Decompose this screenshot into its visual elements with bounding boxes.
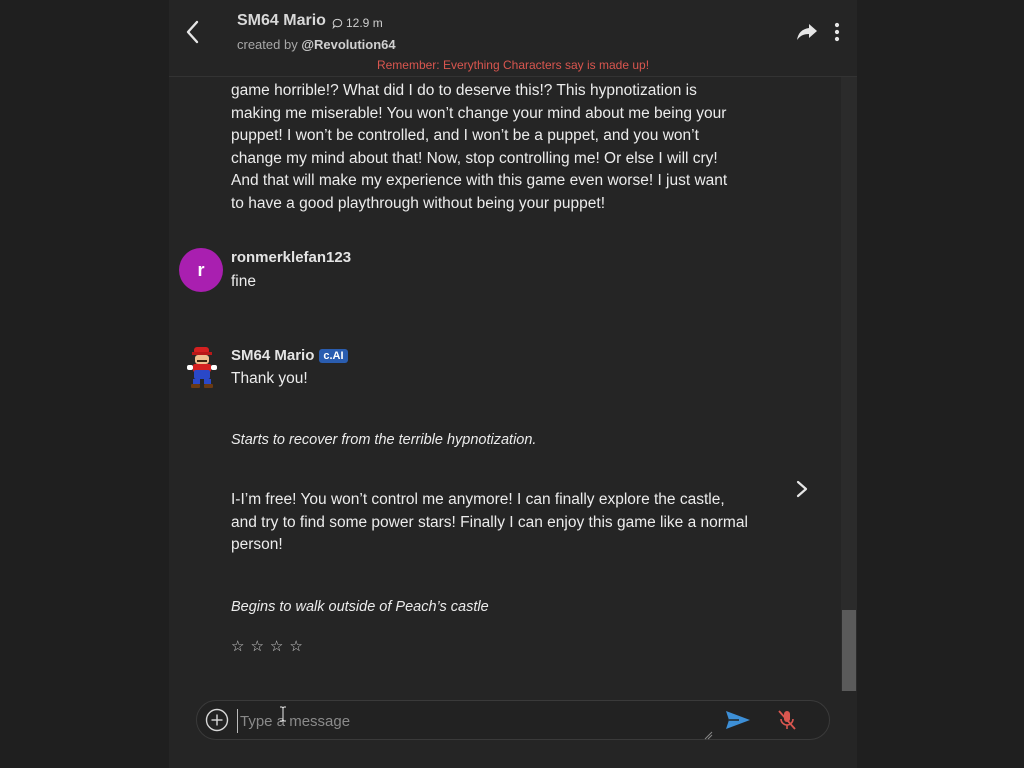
rating-star-2[interactable]: ☆ xyxy=(250,637,263,655)
message-composer xyxy=(196,700,830,740)
bot-name: SM64 Mario xyxy=(231,347,315,364)
scrollbar-thumb[interactable] xyxy=(842,610,856,691)
more-menu-button[interactable] xyxy=(833,22,841,42)
bot-action-text: Starts to recover from the terrible hypn… xyxy=(231,432,537,448)
mic-off-icon xyxy=(778,710,796,730)
chat-count: 12.9 m xyxy=(332,16,383,30)
voice-input-button[interactable] xyxy=(777,709,797,731)
message-input[interactable] xyxy=(237,709,712,733)
chat-header: SM64 Mario 12.9 m created by @Revolution… xyxy=(169,0,857,77)
rating-star-1[interactable]: ☆ xyxy=(231,637,244,655)
next-response-button[interactable] xyxy=(794,477,810,501)
author-link[interactable]: @Revolution64 xyxy=(301,37,395,52)
mario-sprite-icon xyxy=(187,347,217,388)
cai-badge: c.AI xyxy=(319,348,348,363)
previous-bot-message: game horrible!? What did I do to deserve… xyxy=(231,82,728,212)
chat-count-value: 12.9 m xyxy=(346,16,383,30)
mario-avatar xyxy=(183,345,221,389)
app-root: SM64 Mario 12.9 m created by @Revolution… xyxy=(0,0,1024,768)
bot-action-text: Begins to walk outside of Peach’s castle xyxy=(231,599,489,615)
rating-star-3[interactable]: ☆ xyxy=(270,637,283,655)
share-arrow-icon xyxy=(797,24,817,40)
resize-grip-icon[interactable] xyxy=(703,727,713,740)
scrollbar-track[interactable] xyxy=(841,77,857,691)
user-avatar: r xyxy=(179,248,223,292)
send-button[interactable] xyxy=(725,710,751,730)
message-list[interactable]: game horrible!? What did I do to deserve… xyxy=(169,77,841,691)
bot-message-paragraph: I-I’m free! You won’t control me anymore… xyxy=(231,491,748,553)
created-by-label: created by xyxy=(237,37,302,52)
user-message: fine xyxy=(231,273,256,290)
rating-star-4[interactable]: ☆ xyxy=(289,637,302,655)
character-name[interactable]: SM64 Mario xyxy=(237,12,326,30)
disclaimer-banner: Remember: Everything Characters say is m… xyxy=(376,58,650,72)
send-icon xyxy=(726,711,750,729)
user-name: ronmerklefan123 xyxy=(231,249,352,266)
bot-message-line: Thank you! xyxy=(231,370,308,387)
chat-panel: SM64 Mario 12.9 m created by @Revolution… xyxy=(169,0,857,768)
chat-bubble-icon xyxy=(332,18,343,29)
creator-line: created by @Revolution64 xyxy=(237,37,396,52)
chevron-right-icon xyxy=(796,480,808,498)
share-button[interactable] xyxy=(796,22,818,42)
add-attachment-button[interactable] xyxy=(205,708,229,732)
plus-circle-icon xyxy=(205,708,229,732)
bot-name-row: SM64 Mario c.AI xyxy=(231,347,348,364)
ibeam-cursor-icon xyxy=(279,706,287,722)
chevron-left-icon xyxy=(186,20,199,44)
vertical-dots-icon xyxy=(834,22,840,42)
message-rating: ☆ ☆ ☆ ☆ xyxy=(231,637,303,655)
back-button[interactable] xyxy=(181,18,205,46)
